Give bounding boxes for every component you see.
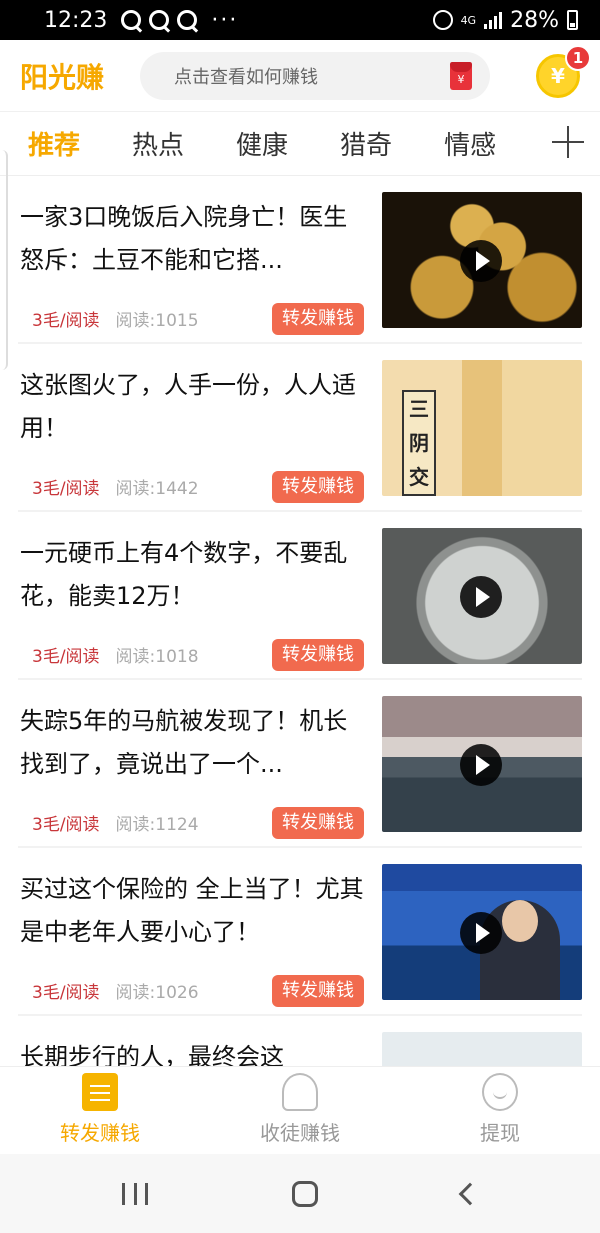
- article-meta: 3毛/阅读 阅读:1442: [32, 474, 199, 499]
- system-nav-bar: [0, 1154, 600, 1233]
- share-doc-icon: [82, 1073, 118, 1111]
- list-item[interactable]: 一元硬币上有4个数字，不要乱花，能卖12万！ 3毛/阅读 阅读:1018 转发赚…: [18, 512, 582, 680]
- add-tab-icon[interactable]: [552, 126, 584, 158]
- search-bar[interactable]: 点击查看如何赚钱: [140, 51, 490, 100]
- article-title[interactable]: 长期步行的人，最终会这: [20, 1036, 370, 1066]
- read-count: 阅读:1124: [115, 815, 199, 835]
- list-item[interactable]: 失踪5年的马航被发现了！机长找到了，竟说出了一个... 3毛/阅读 阅读:112…: [18, 680, 582, 848]
- tab-recommend[interactable]: 推荐: [28, 125, 80, 162]
- article-title[interactable]: 这张图火了，人手一份，人人适用！: [20, 364, 370, 450]
- article-meta: 3毛/阅读 阅读:1026: [32, 978, 199, 1003]
- pay-rate: 3毛/阅读: [32, 647, 100, 667]
- article-thumbnail[interactable]: [382, 696, 582, 832]
- share-earn-button[interactable]: 转发赚钱: [272, 471, 364, 503]
- qq-icon: [177, 10, 198, 30]
- bottom-tab-bar: 转发赚钱 收徒赚钱 提现: [0, 1066, 600, 1154]
- status-bar: 12:23 ··· 4G 28%: [0, 0, 600, 40]
- article-meta: 3毛/阅读 阅读:1018: [32, 642, 199, 667]
- battery-text: 28%: [510, 7, 559, 33]
- network-label: 4G: [460, 13, 477, 27]
- red-packet-icon[interactable]: [450, 61, 472, 90]
- thumbnail-caption: 三阴交: [402, 390, 436, 496]
- list-item[interactable]: 长期步行的人，最终会这: [18, 1016, 582, 1066]
- read-count: 阅读:1015: [115, 311, 199, 331]
- bottom-tab-recruit-earn[interactable]: 收徒赚钱: [200, 1067, 400, 1154]
- list-item[interactable]: 这张图火了，人手一份，人人适用！ 3毛/阅读 阅读:1442 转发赚钱 三阴交: [18, 344, 582, 512]
- list-item[interactable]: 一家3口晚饭后入院身亡！医生怒斥：土豆不能和它搭... 3毛/阅读 阅读:101…: [18, 176, 582, 344]
- bottom-tab-label: 提现: [480, 1121, 520, 1145]
- pay-rate: 3毛/阅读: [32, 311, 100, 331]
- read-count: 阅读:1442: [115, 479, 199, 499]
- notification-badge: 1: [565, 44, 591, 71]
- tab-emotion[interactable]: 情感: [444, 125, 496, 162]
- play-icon[interactable]: [460, 576, 502, 618]
- smile-icon: [482, 1073, 518, 1111]
- signal-icon: [484, 11, 503, 29]
- overflow-indicator: ···: [211, 7, 239, 33]
- pay-rate: 3毛/阅读: [32, 479, 100, 499]
- article-title[interactable]: 买过这个保险的 全上当了！尤其是中老年人要小心了！: [20, 868, 370, 954]
- play-icon[interactable]: [460, 240, 502, 282]
- article-thumbnail[interactable]: [382, 1032, 582, 1066]
- play-icon[interactable]: [460, 744, 502, 786]
- article-title[interactable]: 一元硬币上有4个数字，不要乱花，能卖12万！: [20, 532, 370, 618]
- notification-icons: [121, 10, 198, 30]
- article-thumbnail[interactable]: [382, 192, 582, 328]
- tab-health[interactable]: 健康: [236, 125, 288, 162]
- share-earn-button[interactable]: 转发赚钱: [272, 807, 364, 839]
- qq-icon: [121, 10, 142, 30]
- users-icon: [282, 1073, 318, 1111]
- qq-icon: [149, 10, 170, 30]
- play-icon[interactable]: [460, 912, 502, 954]
- article-meta: 3毛/阅读 阅读:1124: [32, 810, 199, 835]
- article-thumbnail[interactable]: [382, 864, 582, 1000]
- bottom-tab-withdraw[interactable]: 提现: [400, 1067, 600, 1154]
- read-count: 阅读:1026: [115, 983, 199, 1003]
- article-thumbnail[interactable]: 三阴交: [382, 360, 582, 496]
- pay-rate: 3毛/阅读: [32, 815, 100, 835]
- share-earn-button[interactable]: 转发赚钱: [272, 975, 364, 1007]
- bottom-tab-label: 收徒赚钱: [260, 1121, 340, 1145]
- recent-apps-icon[interactable]: [122, 1182, 148, 1205]
- search-placeholder: 点击查看如何赚钱: [174, 66, 318, 88]
- bottom-tab-share-earn[interactable]: 转发赚钱: [0, 1067, 200, 1154]
- status-time: 12:23: [44, 7, 108, 33]
- pay-rate: 3毛/阅读: [32, 983, 100, 1003]
- article-title[interactable]: 失踪5年的马航被发现了！机长找到了，竟说出了一个...: [20, 700, 370, 786]
- app-logo: 阳光赚: [20, 60, 105, 94]
- article-title[interactable]: 一家3口晚饭后入院身亡！医生怒斥：土豆不能和它搭...: [20, 196, 370, 282]
- tab-hot[interactable]: 热点: [132, 125, 184, 162]
- share-earn-button[interactable]: 转发赚钱: [272, 303, 364, 335]
- app-header: 阳光赚 点击查看如何赚钱 ¥ 1: [0, 40, 600, 112]
- share-earn-button[interactable]: 转发赚钱: [272, 639, 364, 671]
- article-feed: 一家3口晚饭后入院身亡！医生怒斥：土豆不能和它搭... 3毛/阅读 阅读:101…: [0, 176, 600, 1066]
- read-count: 阅读:1018: [115, 647, 199, 667]
- coin-icon: ¥: [551, 63, 565, 88]
- list-item[interactable]: 买过这个保险的 全上当了！尤其是中老年人要小心了！ 3毛/阅读 阅读:1026 …: [18, 848, 582, 1016]
- tab-curious[interactable]: 猎奇: [340, 125, 392, 162]
- category-tabs: 推荐 热点 健康 猎奇 情感: [0, 112, 600, 176]
- home-icon[interactable]: [292, 1180, 318, 1207]
- bottom-tab-label: 转发赚钱: [60, 1121, 140, 1145]
- battery-icon: [567, 10, 578, 30]
- alarm-icon: [432, 10, 453, 30]
- back-icon[interactable]: [458, 1182, 482, 1205]
- coin-button[interactable]: ¥ 1: [536, 44, 591, 98]
- article-thumbnail[interactable]: [382, 528, 582, 664]
- article-meta: 3毛/阅读 阅读:1015: [32, 306, 199, 331]
